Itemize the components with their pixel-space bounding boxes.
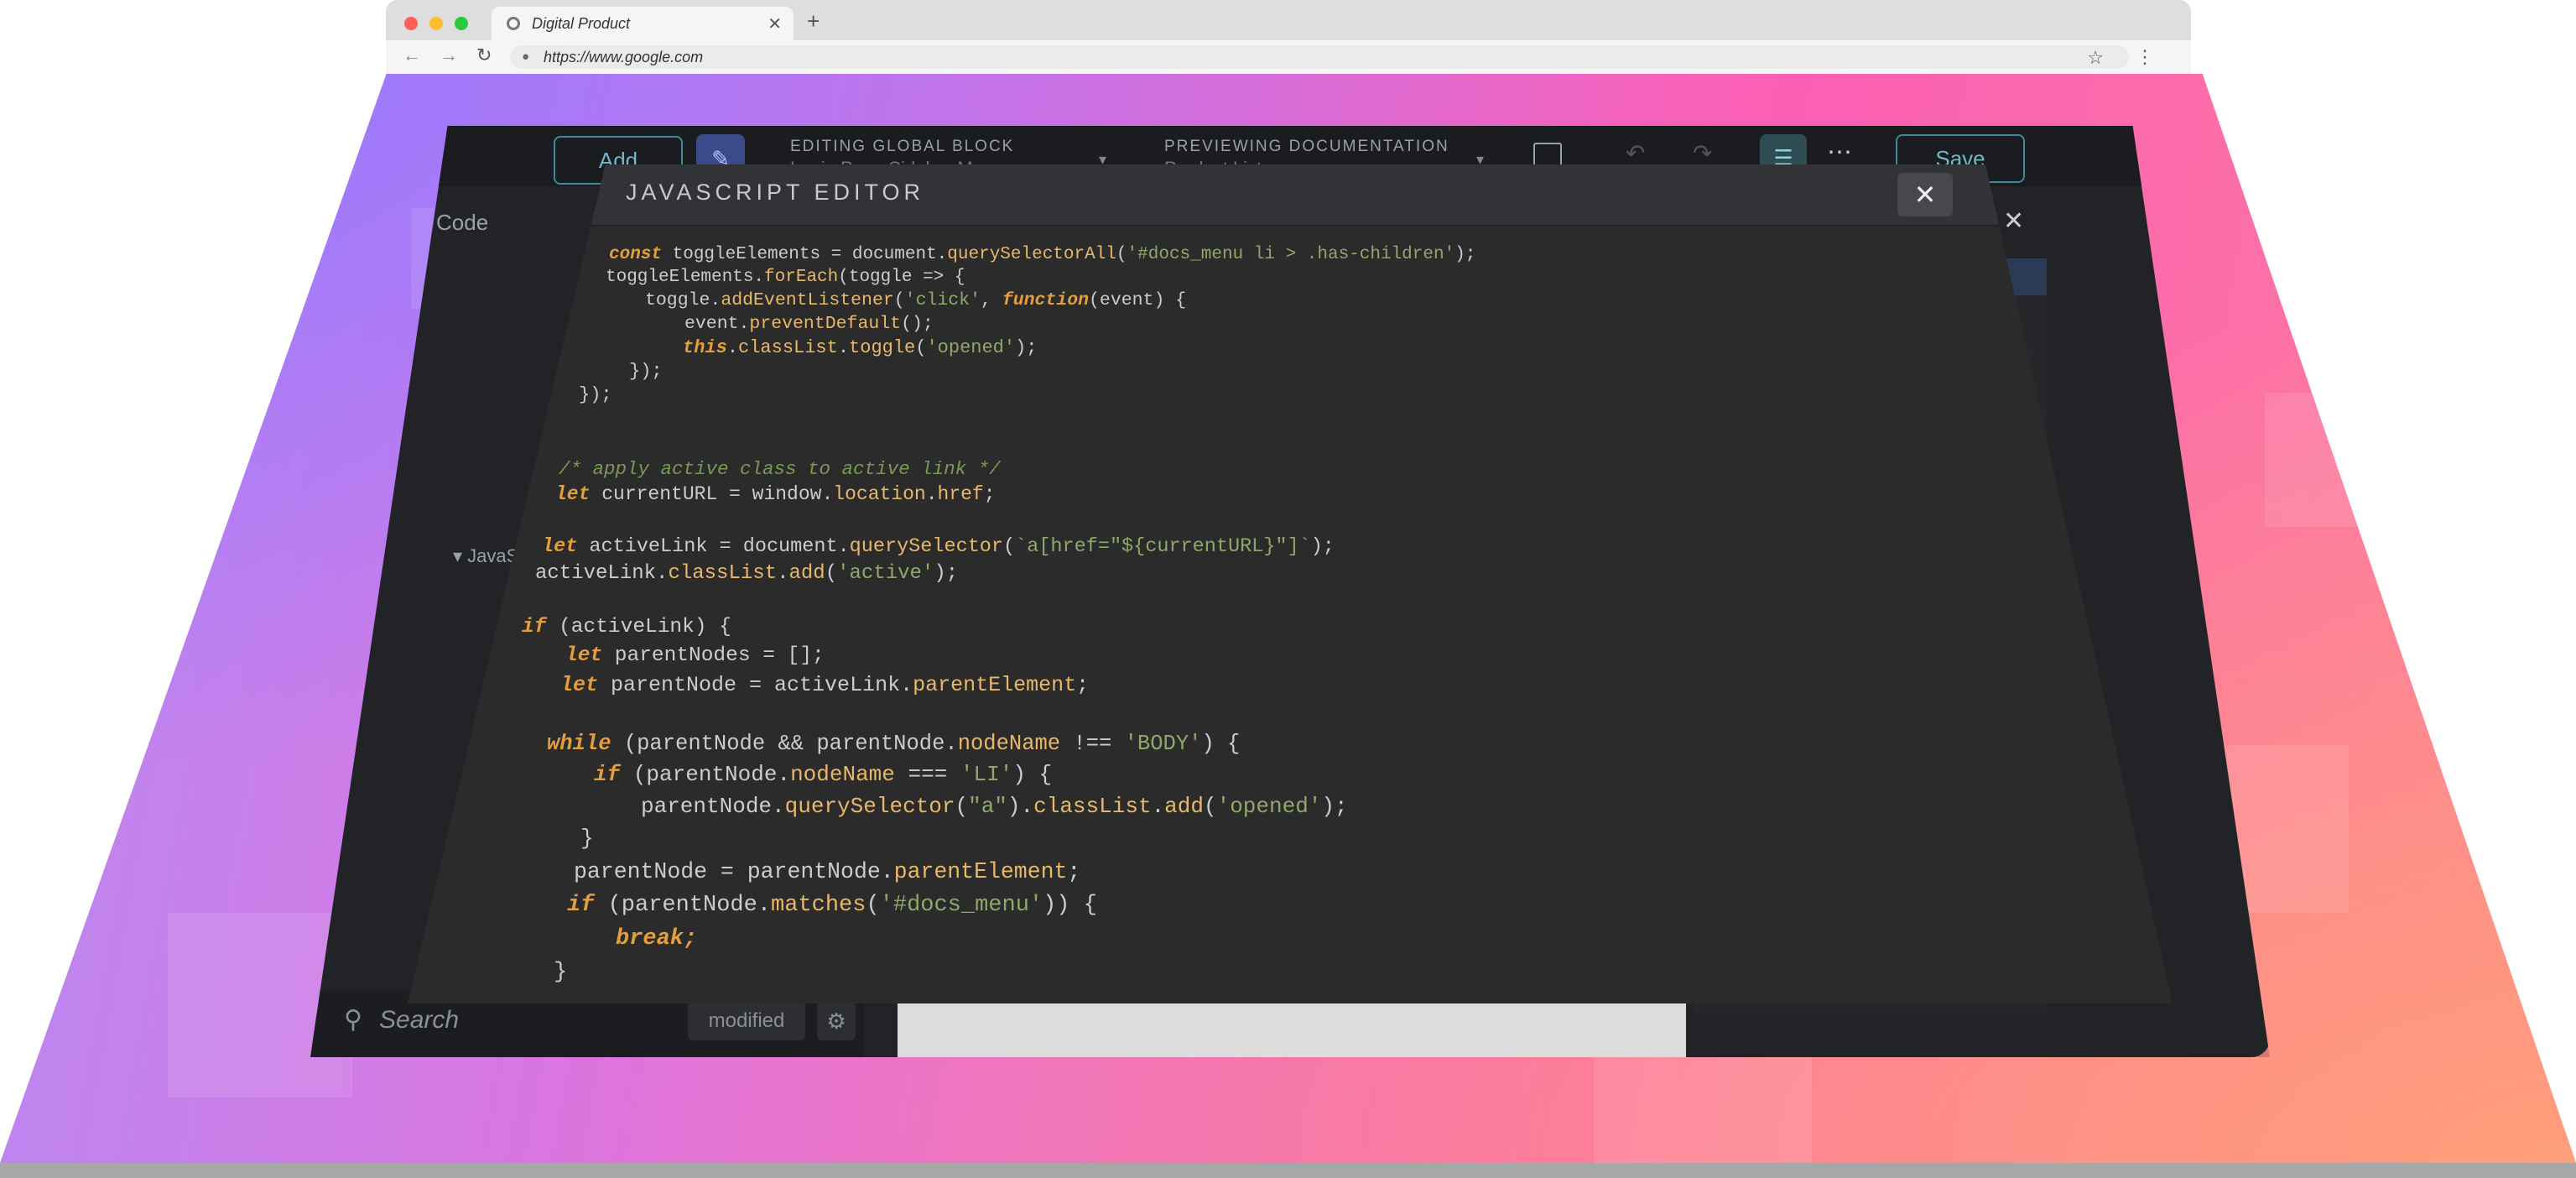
code-line: let currentURL = window.location.href; <box>555 483 996 505</box>
code-line: } <box>580 826 594 851</box>
address-bar[interactable]: ● https://www.google.com ☆ ⋮ <box>510 45 2154 69</box>
favicon-icon <box>507 17 520 30</box>
redo-icon[interactable]: ↷ <box>1693 139 1712 167</box>
code-line: this.classList.toggle('opened'); <box>683 337 1038 358</box>
minimize-window-icon[interactable] <box>429 17 443 30</box>
browser-menu-icon[interactable]: ⋮ <box>2136 46 2154 68</box>
new-tab-button[interactable]: + <box>807 8 820 34</box>
code-line: activeLink.classList.add('active'); <box>535 562 959 585</box>
code-line: parentNode.querySelector("a").classList.… <box>641 794 1348 819</box>
close-icon[interactable]: ✕ <box>2003 206 2024 236</box>
navigation-bar: ← → ↻ ● https://www.google.com ☆ ⋮ <box>386 40 2191 75</box>
code-line: let parentNode = activeLink.parentElemen… <box>560 673 1090 697</box>
back-arrow-icon[interactable]: ← <box>403 44 421 66</box>
code-line: while (parentNode && parentNode.nodeName… <box>547 732 1241 756</box>
gear-icon[interactable]: ⚙ <box>817 1002 856 1040</box>
browser-tab[interactable]: Digital Product ✕ <box>492 7 794 40</box>
javascript-editor-modal: JAVASCRIPT EDITOR ✕ const toggleElements… <box>408 164 2173 1003</box>
code-line: const toggleElements = document.querySel… <box>609 245 1476 264</box>
tab-close-icon[interactable]: ✕ <box>768 13 782 34</box>
code-comment: /* apply active class to active link */ <box>559 458 1001 480</box>
code-line: if (activeLink) { <box>522 616 731 639</box>
code-line: break; <box>616 926 698 951</box>
tab-title: Digital Product <box>532 15 631 32</box>
code-line: let parentNodes = []; <box>565 644 825 667</box>
more-options-icon[interactable]: ⋯ <box>1827 138 1852 167</box>
background-tile <box>2265 393 2399 527</box>
previewing-label: PREVIEWING DOCUMENTATION <box>1164 138 1449 155</box>
code-line: let activeLink = document.querySelector(… <box>542 535 1335 558</box>
code-panel-title: Code <box>436 210 489 235</box>
code-line: event.preventDefault(); <box>684 314 934 334</box>
close-icon[interactable]: ✕ <box>1897 173 1953 216</box>
modal-title: JAVASCRIPT EDITOR <box>626 180 925 205</box>
close-window-icon[interactable] <box>404 17 418 30</box>
search-icon: ⚲ <box>344 1006 362 1034</box>
code-line: } <box>554 960 568 985</box>
modal-header: JAVASCRIPT EDITOR ✕ <box>408 164 2173 227</box>
background-tile <box>1594 1039 1812 1163</box>
page-bottom-edge <box>0 1163 2576 1178</box>
bookmark-star-icon[interactable]: ☆ <box>2087 47 2104 69</box>
reload-icon[interactable]: ↻ <box>476 44 492 66</box>
tab-strip: Digital Product ✕ + <box>386 0 2191 40</box>
code-line: parentNode = parentNode.parentElement; <box>574 859 1081 884</box>
url-text: https://www.google.com <box>544 49 704 65</box>
modified-filter-button[interactable]: modified <box>688 1002 805 1040</box>
browser-window: Digital Product ✕ + ← → ↻ ● https://www.… <box>386 0 2191 75</box>
code-line: }); <box>579 384 612 405</box>
maximize-window-icon[interactable] <box>455 17 468 30</box>
editing-block-label: EDITING GLOBAL BLOCK <box>790 138 1015 155</box>
code-line: if (parentNode.nodeName === 'LI') { <box>594 762 1053 787</box>
code-line: toggleElements.forEach(toggle => { <box>606 268 965 287</box>
code-line: toggle.addEventListener('click', functio… <box>645 290 1187 310</box>
code-line: if (parentNode.matches('#docs_menu')) { <box>567 893 1097 918</box>
lock-icon: ● <box>522 50 530 64</box>
code-line: }); <box>629 361 663 382</box>
forward-arrow-icon[interactable]: → <box>440 44 458 66</box>
undo-icon[interactable]: ↶ <box>1626 139 1645 167</box>
code-editor[interactable]: const toggleElements = document.querySel… <box>408 227 2173 1003</box>
search-input[interactable] <box>377 1005 632 1035</box>
